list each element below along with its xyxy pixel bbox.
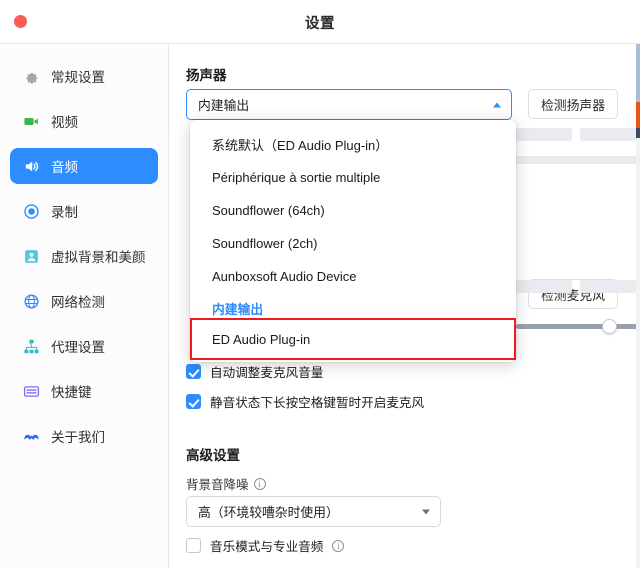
sidebar-item-video[interactable]: 视频 — [10, 103, 158, 139]
keyboard-icon — [22, 382, 40, 400]
edge-segment-dark — [636, 128, 640, 138]
sidebar-item-virtual-background[interactable]: 虚拟背景和美颜 — [10, 238, 158, 274]
advanced-section-title: 高级设置 — [186, 448, 240, 463]
sidebar-item-audio[interactable]: 音频 — [10, 148, 158, 184]
sidebar-item-network-test[interactable]: 网络检测 — [10, 283, 158, 319]
chevron-up-icon — [493, 102, 501, 107]
about-icon — [22, 427, 40, 445]
settings-window: 设置 常规设置 视频 音频 录制 虚拟背景和美颜 网络检测 代理设置 快捷键 关… — [0, 0, 640, 568]
dropdown-option[interactable]: 系统默认（ED Audio Plug-in） — [190, 128, 516, 161]
auto-adjust-mic-checkbox[interactable] — [186, 364, 201, 379]
sidebar-item-label: 音频 — [51, 160, 78, 175]
edge-segment-orange — [636, 102, 640, 128]
edge-segment-body — [636, 138, 640, 568]
record-icon — [22, 202, 40, 220]
noise-suppression-value: 高（环境较嘈杂时使用） — [198, 505, 339, 520]
title-bar: 设置 — [0, 0, 640, 44]
window-title: 设置 — [305, 16, 335, 32]
sidebar-item-label: 关于我们 — [51, 430, 105, 445]
sidebar-item-label: 网络检测 — [51, 295, 105, 310]
speaker-level-block-1 — [516, 128, 572, 141]
speaker-icon — [22, 157, 40, 175]
sidebar-item-general[interactable]: 常规设置 — [10, 58, 158, 94]
sidebar-item-label: 代理设置 — [51, 340, 105, 355]
sitemap-icon — [22, 337, 40, 355]
speaker-device-select[interactable]: 内建输出 — [186, 89, 512, 120]
sidebar-nav-list: 常规设置 视频 音频 录制 虚拟背景和美颜 网络检测 代理设置 快捷键 关于我们 — [0, 44, 168, 454]
speaker-device-dropdown[interactable]: 系统默认（ED Audio Plug-in） Périphérique à so… — [190, 120, 516, 362]
speaker-level-bar — [516, 156, 640, 164]
push-to-talk-row[interactable]: 静音状态下长按空格键暂时开启麦克风 — [186, 392, 424, 411]
sidebar-item-label: 常规设置 — [51, 70, 105, 85]
globe-icon — [22, 292, 40, 310]
mic-level-block-1 — [516, 280, 572, 293]
speaker-section-title: 扬声器 — [186, 68, 227, 83]
sidebar-item-label: 快捷键 — [51, 385, 92, 400]
person-icon — [22, 247, 40, 265]
auto-adjust-mic-row[interactable]: 自动调整麦克风音量 — [186, 362, 323, 381]
chevron-down-icon — [422, 509, 430, 514]
push-to-talk-label: 静音状态下长按空格键暂时开启麦克风 — [210, 396, 425, 410]
sidebar: 常规设置 视频 音频 录制 虚拟背景和美颜 网络检测 代理设置 快捷键 关于我们 — [0, 44, 169, 568]
auto-adjust-mic-label: 自动调整麦克风音量 — [210, 366, 324, 380]
noise-suppression-label-group: 背景音降噪 i — [186, 474, 266, 493]
gear-icon — [22, 67, 40, 85]
mic-level-block-2 — [580, 280, 636, 293]
sidebar-item-label: 视频 — [51, 115, 78, 130]
info-icon[interactable]: i — [332, 539, 345, 552]
sidebar-item-proxy[interactable]: 代理设置 — [10, 328, 158, 364]
dropdown-option-highlighted[interactable]: ED Audio Plug-in — [190, 323, 516, 356]
edge-segment-top — [636, 44, 640, 102]
dropdown-option[interactable]: Soundflower (2ch) — [190, 227, 516, 260]
background-window-edge — [636, 44, 640, 568]
microphone-volume-slider-track[interactable] — [516, 324, 640, 329]
push-to-talk-checkbox[interactable] — [186, 394, 201, 409]
info-icon[interactable]: i — [253, 477, 266, 490]
dropdown-group-label: 内建输出 — [212, 301, 264, 317]
sidebar-item-label: 录制 — [51, 205, 78, 220]
dropdown-option[interactable]: Aunboxsoft Audio Device — [190, 260, 516, 293]
dropdown-option[interactable]: Soundflower (64ch) — [190, 194, 516, 227]
music-mode-row[interactable]: 音乐模式与专业音频 i — [186, 536, 345, 555]
sidebar-item-about[interactable]: 关于我们 — [10, 418, 158, 454]
microphone-volume-slider-knob[interactable] — [602, 319, 617, 334]
dropdown-option[interactable]: Périphérique à sortie multiple — [190, 161, 516, 194]
video-icon — [22, 112, 40, 130]
music-mode-checkbox[interactable] — [186, 538, 201, 553]
noise-suppression-label: 背景音降噪 — [186, 478, 249, 492]
speaker-device-value: 内建输出 — [198, 98, 250, 113]
speaker-level-block-2 — [580, 128, 636, 141]
sidebar-item-label: 虚拟背景和美颜 — [51, 250, 146, 265]
sidebar-item-shortcuts[interactable]: 快捷键 — [10, 373, 158, 409]
test-speaker-button[interactable]: 检测扬声器 — [528, 89, 618, 119]
music-mode-label: 音乐模式与专业音频 — [210, 540, 324, 554]
noise-suppression-select[interactable]: 高（环境较嘈杂时使用） — [186, 496, 441, 527]
sidebar-item-recording[interactable]: 录制 — [10, 193, 158, 229]
